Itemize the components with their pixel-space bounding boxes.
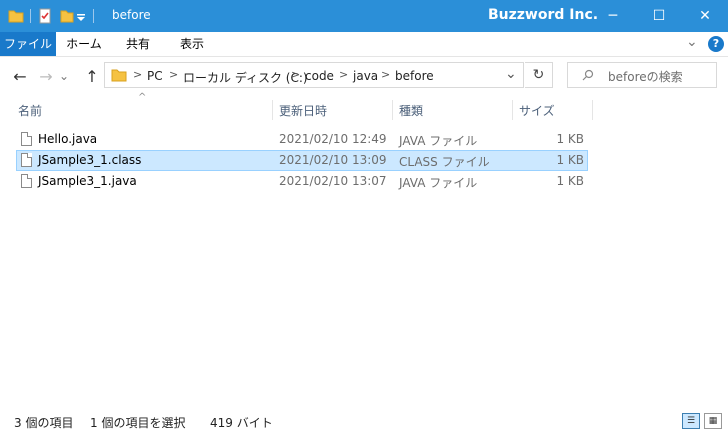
file-type: JAVA ファイル [399, 134, 478, 148]
breadcrumb-separator[interactable]: > [291, 68, 300, 81]
file-size: 1 KB [556, 174, 584, 188]
file-icon [21, 153, 32, 167]
address-bar[interactable]: > PC > ローカル ディスク (C:) > code > java > be… [104, 62, 524, 88]
file-row[interactable]: Hello.java 2021/02/10 12:49 JAVA ファイル 1 … [16, 129, 588, 150]
breadcrumb-code[interactable]: code [305, 69, 334, 83]
help-icon[interactable]: ? [708, 36, 724, 52]
up-button[interactable]: ↑ [82, 66, 102, 86]
folder-icon [8, 10, 24, 23]
column-divider[interactable] [272, 100, 273, 120]
title-bar: before Buzzword Inc. ─ ☐ ✕ [0, 0, 728, 32]
details-view-icon[interactable]: ☰ [682, 413, 700, 429]
file-type: CLASS ファイル [399, 155, 490, 169]
customize-toolbar-icon[interactable] [75, 8, 87, 24]
tab-view[interactable]: 表示 [170, 32, 214, 56]
breadcrumb-separator[interactable]: > [381, 68, 390, 81]
column-modified[interactable]: 更新日時 [279, 102, 327, 119]
file-name: Hello.java [38, 132, 98, 146]
window-title: before [112, 8, 151, 22]
file-icon [21, 132, 32, 146]
selection-count: 1 個の項目を選択 [90, 416, 186, 430]
folder-icon [111, 69, 127, 82]
column-name[interactable]: 名前 [18, 102, 42, 119]
properties-icon[interactable] [37, 8, 53, 24]
brand-label: Buzzword Inc. [488, 7, 599, 23]
status-bar: 3 個の項目 1 個の項目を選択 419 バイト ☰ ▦ [0, 408, 728, 432]
address-dropdown-icon[interactable]: ⌄ [505, 66, 517, 82]
file-modified: 2021/02/10 13:09 [279, 153, 387, 167]
file-size: 1 KB [556, 153, 584, 167]
file-modified: 2021/02/10 13:07 [279, 174, 387, 188]
column-divider[interactable] [592, 100, 593, 120]
column-size[interactable]: サイズ [519, 102, 555, 119]
close-button[interactable]: ✕ [682, 0, 728, 32]
breadcrumb-separator[interactable]: > [133, 68, 142, 81]
breadcrumb-pc[interactable]: PC [147, 69, 163, 83]
ribbon-expand-icon[interactable]: ⌄ [686, 34, 698, 50]
new-folder-icon[interactable] [59, 8, 75, 24]
file-icon [21, 174, 32, 188]
quick-access-toolbar [8, 7, 100, 25]
maximize-button[interactable]: ☐ [636, 0, 682, 32]
ribbon: ファイル ホーム 共有 表示 ⌄ ? [0, 32, 728, 57]
tab-file[interactable]: ファイル [0, 32, 56, 56]
file-name: JSample3_1.java [38, 174, 137, 188]
minimize-button[interactable]: ─ [590, 0, 636, 32]
file-row-selected[interactable]: JSample3_1.class 2021/02/10 13:09 CLASS … [16, 150, 588, 171]
breadcrumb-separator[interactable]: > [339, 68, 348, 81]
column-header: ^ 名前 更新日時 種類 サイズ [0, 92, 728, 124]
breadcrumb-java[interactable]: java [353, 69, 378, 83]
back-button[interactable]: ← [10, 66, 30, 86]
file-name: JSample3_1.class [38, 153, 142, 167]
file-modified: 2021/02/10 12:49 [279, 132, 387, 146]
toolbar-divider [93, 9, 94, 23]
column-divider[interactable] [392, 100, 393, 120]
refresh-button[interactable]: ↻ [525, 62, 553, 88]
item-count: 3 個の項目 [14, 416, 74, 430]
breadcrumb-separator[interactable]: > [169, 68, 178, 81]
search-icon [582, 69, 594, 81]
forward-button[interactable]: → [36, 66, 56, 86]
selection-size: 419 バイト [210, 416, 273, 430]
breadcrumb-local-disk[interactable]: ローカル ディスク (C:) [183, 69, 308, 86]
address-row: ← → ⌄ ↑ > PC > ローカル ディスク (C:) > code > j… [0, 56, 728, 96]
sort-ascending-icon: ^ [138, 92, 147, 103]
recent-locations-button[interactable]: ⌄ [56, 66, 72, 86]
file-type: JAVA ファイル [399, 176, 478, 190]
file-size: 1 KB [556, 132, 584, 146]
file-row[interactable]: JSample3_1.java 2021/02/10 13:07 JAVA ファ… [16, 171, 588, 192]
toolbar-divider [30, 9, 31, 23]
large-icons-view-icon[interactable]: ▦ [704, 413, 722, 429]
column-divider[interactable] [512, 100, 513, 120]
column-type[interactable]: 種類 [399, 102, 423, 119]
tab-share[interactable]: 共有 [116, 32, 160, 56]
search-placeholder: beforeの検索 [608, 70, 683, 84]
tab-home[interactable]: ホーム [62, 32, 106, 56]
breadcrumb-before[interactable]: before [395, 69, 434, 83]
search-box[interactable]: beforeの検索 [567, 62, 717, 88]
